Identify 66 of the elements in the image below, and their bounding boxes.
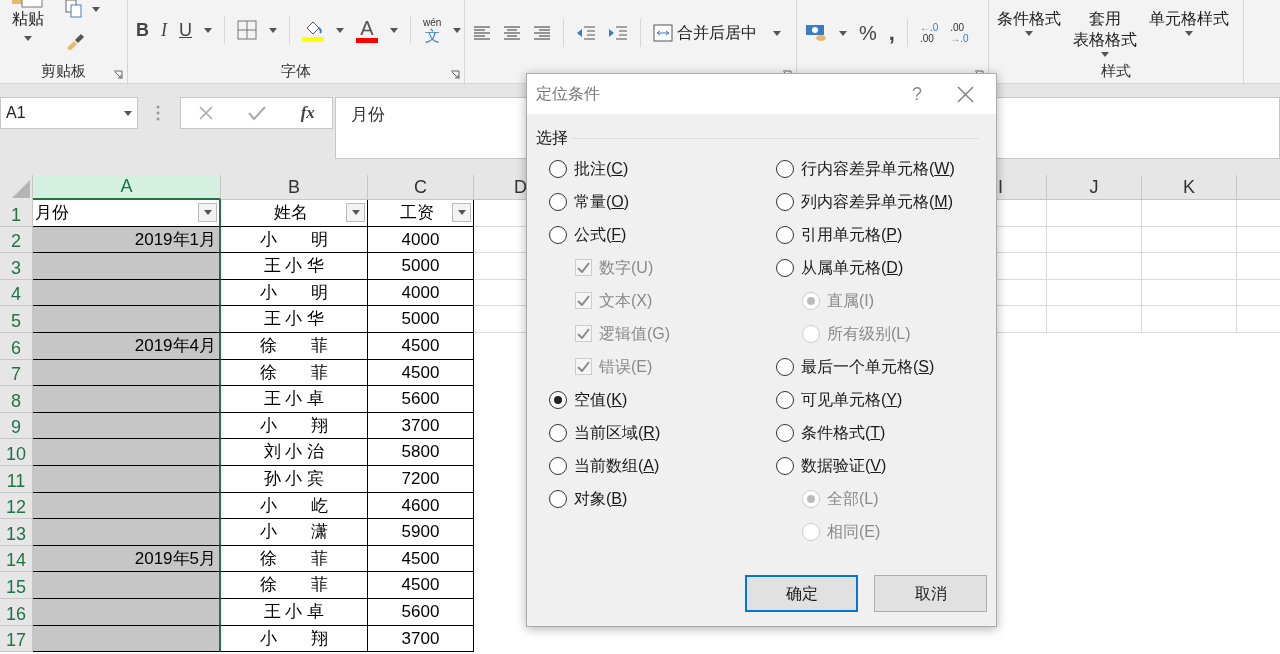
table-cell-text: 刘 小 治	[263, 441, 325, 464]
option-label: 逻辑值(G)	[599, 323, 671, 344]
table-cell-text: 王 小 华	[263, 308, 325, 331]
table-cell-text: 5900	[401, 521, 440, 544]
group-label: 样式	[1101, 61, 1131, 81]
table-cell-text: 徐 菲	[260, 547, 328, 570]
option-label: 所有级别(L)	[827, 323, 911, 344]
dialog-title: 定位条件	[536, 84, 601, 104]
option-label: 当前数组(A)	[574, 455, 660, 476]
table-cell-text: 3700	[401, 414, 440, 437]
table-cell-text: 小 翔	[260, 627, 328, 650]
option-label: 对象(B)	[574, 488, 628, 509]
table-cell-text: 徐 菲	[260, 335, 328, 357]
option-label: 引用单元格(P)	[801, 224, 903, 245]
option-label: 全部(L)	[827, 488, 879, 509]
table-cell-text: 5800	[401, 441, 440, 464]
group-label: 字体	[281, 61, 311, 81]
table-cell-text: 5000	[401, 255, 440, 278]
option-label: 批注(C)	[574, 158, 629, 179]
option-label: 数字(U)	[599, 257, 654, 278]
option-label: 可见单元格(Y)	[801, 389, 903, 410]
table-cell-text: 4500	[401, 547, 440, 570]
table-cell-text: 3700	[401, 627, 440, 650]
table-cell-text: 徐 菲	[260, 361, 328, 384]
table-cell-text: 5600	[401, 388, 440, 411]
table-cell-text: 5600	[401, 600, 440, 623]
table-cell-text: 小 翔	[260, 414, 328, 437]
table-cell-text: 小 屹	[260, 494, 328, 517]
option-label: 最后一个单元格(S)	[801, 356, 935, 377]
selected-cell: 2019年4月	[33, 332, 221, 360]
table-cell-text: 4500	[401, 574, 440, 597]
table-cell-text: 徐 菲	[260, 574, 328, 597]
table-cell-text: 孙 小 宾	[263, 468, 325, 490]
option-label: 错误(E)	[599, 356, 653, 377]
table-cell-text: 王 小 卓	[263, 600, 325, 623]
table-cell-text: 月份	[35, 202, 69, 225]
option-label: 空值(K)	[574, 389, 628, 410]
table-cell-text: 王 小 华	[263, 255, 325, 278]
option-label: 条件格式(T)	[801, 422, 886, 443]
table-cell-text: 4600	[401, 494, 440, 517]
option-label: 公式(F)	[574, 224, 627, 245]
selected-cell: 2019年5月	[33, 545, 221, 573]
table-cell-text: 4000	[401, 228, 440, 251]
table-cell-text: 王 小 卓	[263, 388, 325, 411]
option-label: 从属单元格(D)	[801, 257, 904, 278]
option-label: 当前区域(R)	[574, 422, 661, 443]
selected-cell: 2019年1月	[33, 226, 221, 254]
group-label: 剪贴板	[41, 61, 86, 81]
option-label: 常量(O)	[574, 191, 630, 212]
table-cell-text: 5000	[401, 308, 440, 331]
table-cell-text: 小 潇	[260, 521, 328, 544]
table-cell-text: 4000	[401, 281, 440, 304]
option-label: 文本(X)	[599, 290, 653, 311]
table-cell-text: 小 明	[260, 281, 328, 304]
table-cell-text: 姓名	[274, 202, 308, 225]
option-label: 相同(E)	[827, 521, 881, 542]
table-cell-text: 小 明	[260, 228, 328, 251]
option-label: 列内容差异单元格(M)	[801, 191, 953, 212]
table-cell-text: 工资	[400, 202, 434, 225]
option-label: 行内容差异单元格(W)	[801, 158, 955, 179]
table-cell-text: 4500	[401, 335, 440, 357]
option-label: 直属(I)	[827, 290, 875, 311]
section-label: 选择	[536, 128, 568, 148]
table-cell-text: 7200	[401, 468, 440, 490]
option-label: 数据验证(V)	[801, 455, 887, 476]
table-cell-text: 4500	[401, 361, 440, 384]
